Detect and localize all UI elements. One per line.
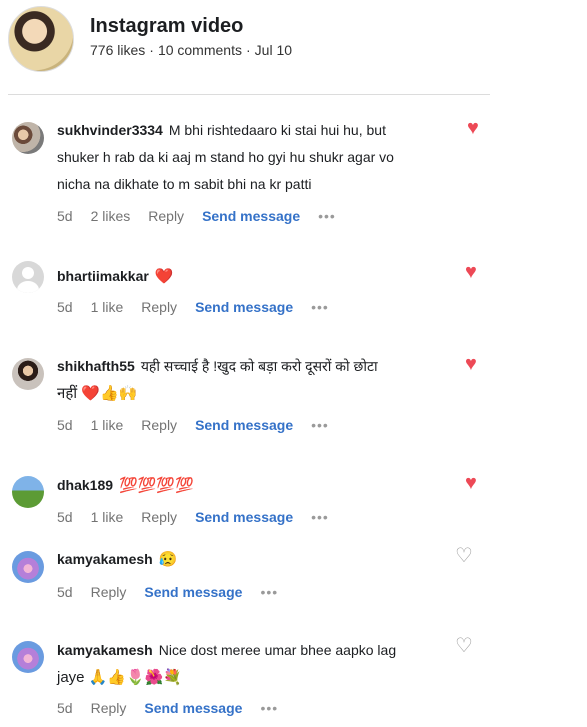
comment-body: kamyakamesh 😥	[57, 546, 457, 573]
comment-actions: 5d 1 like Reply Send message •••	[57, 417, 347, 433]
like-heart-icon[interactable]: ♥	[465, 473, 477, 493]
comment-actions: 5d Reply Send message •••	[57, 700, 296, 716]
comment-likes[interactable]: 1 like	[91, 417, 124, 433]
comment-username[interactable]: bhartiimakkar	[57, 268, 149, 284]
post-thumbnail[interactable]	[8, 6, 74, 72]
comment-age: 5d	[57, 299, 73, 315]
comment-body: shikhafth55 यही सच्चाई है !खुद को बड़ा कर…	[57, 353, 477, 407]
post-comments-count[interactable]: 10 comments	[158, 42, 242, 58]
like-heart-icon[interactable]: ♥	[467, 118, 479, 138]
avatar[interactable]	[12, 261, 44, 293]
more-options-icon[interactable]: •••	[260, 700, 278, 716]
send-message-button[interactable]: Send message	[202, 208, 300, 224]
reply-button[interactable]: Reply	[141, 417, 177, 433]
reply-button[interactable]: Reply	[141, 509, 177, 525]
more-options-icon[interactable]: •••	[318, 208, 336, 224]
comment-actions: 5d 1 like Reply Send message •••	[57, 299, 347, 315]
more-options-icon[interactable]: •••	[311, 417, 329, 433]
avatar[interactable]	[12, 641, 44, 673]
comment-username[interactable]: dhak189	[57, 477, 113, 493]
comment-text: 😥	[158, 551, 178, 568]
send-message-button[interactable]: Send message	[195, 509, 293, 525]
comment-text: jaye 🙏👍🌷🌺💐	[57, 669, 183, 686]
comment-text: shuker h rab da ki aaj m stand ho gyi hu…	[57, 149, 394, 165]
reply-button[interactable]: Reply	[91, 700, 127, 716]
avatar[interactable]	[12, 551, 44, 583]
comment-body: dhak189 💯💯💯💯	[57, 472, 457, 499]
comment-actions: 5d 1 like Reply Send message •••	[57, 509, 347, 525]
like-heart-icon[interactable]: ♥	[465, 354, 477, 374]
more-options-icon[interactable]: •••	[260, 584, 278, 600]
comment-likes[interactable]: 1 like	[91, 299, 124, 315]
avatar[interactable]	[12, 122, 44, 154]
comment-username[interactable]: sukhvinder3334	[57, 122, 163, 138]
post-likes[interactable]: 776 likes	[90, 42, 145, 58]
like-heart-icon[interactable]: ♡	[455, 636, 473, 656]
comment-actions: 5d 2 likes Reply Send message •••	[57, 208, 354, 224]
avatar[interactable]	[12, 358, 44, 390]
comment-username[interactable]: kamyakamesh	[57, 642, 153, 658]
reply-button[interactable]: Reply	[141, 299, 177, 315]
comment-text: 💯💯💯💯	[119, 477, 194, 494]
comment-age: 5d	[57, 700, 73, 716]
comment-text: nicha na dikhate to m sabit bhi na kr pa…	[57, 176, 312, 192]
divider	[8, 94, 490, 95]
send-message-button[interactable]: Send message	[195, 417, 293, 433]
comment-age: 5d	[57, 208, 73, 224]
post-date: Jul 10	[254, 42, 293, 58]
comment-text: Nice dost meree umar bhee aapko lag	[158, 642, 397, 658]
avatar[interactable]	[12, 476, 44, 508]
comment-body: bhartiimakkar ❤️	[57, 263, 457, 290]
like-heart-icon[interactable]: ♡	[455, 546, 473, 566]
more-options-icon[interactable]: •••	[311, 509, 329, 525]
comment-body: kamyakamesh Nice dost meree umar bhee aap…	[57, 637, 477, 691]
post-header: Instagram video 776 likes · 10 comments · Ju…	[0, 0, 587, 95]
comment-body: sukhvinder3334 M bhi rishtedaaro ki stai …	[57, 117, 477, 198]
comment-text: यही सच्चाई है !खुद को बड़ा करो दूसरों को…	[140, 358, 378, 374]
like-heart-icon[interactable]: ♥	[465, 262, 477, 282]
reply-button[interactable]: Reply	[148, 208, 184, 224]
comment-text: ❤️	[154, 268, 174, 285]
comment-actions: 5d Reply Send message •••	[57, 584, 296, 600]
more-options-icon[interactable]: •••	[311, 299, 329, 315]
reply-button[interactable]: Reply	[91, 584, 127, 600]
send-message-button[interactable]: Send message	[144, 584, 242, 600]
comment-username[interactable]: shikhafth55	[57, 358, 135, 374]
comment-age: 5d	[57, 509, 73, 525]
send-message-button[interactable]: Send message	[144, 700, 242, 716]
comment-likes[interactable]: 2 likes	[91, 208, 131, 224]
comment-text: M bhi rishtedaaro ki stai hui hu, but	[168, 122, 386, 138]
post-title[interactable]: Instagram video	[90, 15, 243, 38]
comment-age: 5d	[57, 417, 73, 433]
comment-likes[interactable]: 1 like	[91, 509, 124, 525]
comment-text: नहीं ❤️👍🙌	[57, 385, 138, 402]
comment-age: 5d	[57, 584, 73, 600]
comment-username[interactable]: kamyakamesh	[57, 551, 153, 567]
post-meta: 776 likes · 10 comments · Jul 10	[90, 42, 293, 58]
send-message-button[interactable]: Send message	[195, 299, 293, 315]
